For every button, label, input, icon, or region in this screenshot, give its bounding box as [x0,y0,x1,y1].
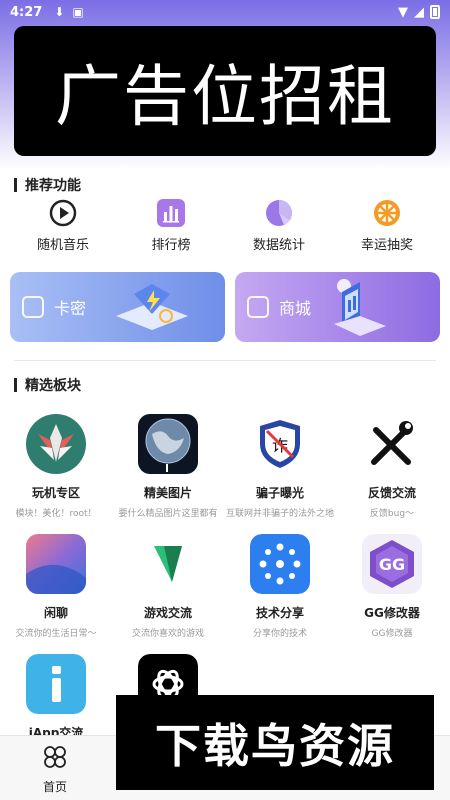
board-desc: 交流你喜欢的游戏 [131,629,204,639]
board-desc: 反馈bug～ [369,509,415,519]
board-name: 精美图片 [143,486,192,500]
feature-lucky-draw[interactable]: 幸运抽奖 [332,198,442,253]
iapp-info-icon [26,654,86,714]
boards-title: 精选板块 [25,378,81,394]
section-marker [14,178,17,192]
board-desc: GG修改器 [371,629,413,639]
download-icon: ⬇ [54,5,65,19]
board-name: 骗子曝光 [255,486,304,500]
board-name: 游戏交流 [143,606,192,620]
board-game[interactable]: 游戏交流 交流你喜欢的游戏 [112,534,224,639]
board-name: GG修改器 [364,606,420,620]
board-desc: 分享你的技术 [252,629,307,639]
boards-section-title: 精选板块 [14,375,81,395]
board-name: 反馈交流 [367,486,416,500]
tab-home[interactable]: 首页 [20,744,90,795]
recommended-section-title: 推荐功能 [14,175,81,195]
wheel-icon [372,198,402,228]
card-key-icon [22,296,44,318]
watermark-text: 下载鸟资源 [155,718,395,773]
feature-label: 随机音乐 [36,238,89,253]
section-divider [14,360,436,361]
card-key-illustration [116,284,188,330]
board-feedback[interactable]: 反馈交流 反馈bug～ [336,414,448,519]
feature-statistics[interactable]: 数据统计 [224,198,334,253]
board-pictures[interactable]: 精美图片 要什么精品图片这里都有 [112,414,224,519]
board-iapp[interactable]: iApp交流 [0,654,112,741]
recommended-title: 推荐功能 [25,178,81,194]
board-phone-zone[interactable]: 玩机专区 模块！美化！root！ [0,414,112,519]
ad-banner-text: 广告位招租 [55,58,395,135]
shop-label: 商城 [279,299,312,318]
magisk-icon [26,414,86,474]
signal-icon: ◢ [414,4,424,20]
shop-illustration [334,279,386,336]
board-desc: 要什么精品图片这里都有 [118,509,218,519]
home-flower-icon [44,746,66,768]
board-tech-share[interactable]: 技术分享 分享你的技术 [224,534,336,639]
feature-random-music[interactable]: 随机音乐 [8,198,118,253]
board-gg-modifier[interactable]: GG GG修改器 GG修改器 [336,534,448,639]
dots-circle-icon [250,534,310,594]
board-name: 技术分享 [255,606,304,620]
bar-chart-icon [156,198,186,228]
section-marker [14,378,17,392]
feature-label: 数据统计 [252,238,305,253]
anti-scam-shield-icon: 诈 [250,414,310,474]
gg-logo-icon: GG [362,534,422,594]
earth-image-icon [138,414,198,474]
notification-icon: ▣ [72,5,84,19]
feature-ranking[interactable]: 排行榜 [116,198,226,253]
board-chat[interactable]: 闲聊 交流你的生活日常～ [0,534,112,639]
wifi-icon: ▼ [398,4,408,20]
tab-home-label: 首页 [42,780,67,794]
feature-label: 排行榜 [151,238,191,253]
ad-banner[interactable]: 广告位招租 [14,26,436,156]
status-bar: 4:27 ⬇ ▣ ▼ ◢ [0,0,450,24]
watermark-logo: 下载鸟资源 [116,695,434,790]
pie-chart-icon [264,198,294,228]
recommended-features: 随机音乐 排行榜 数据统计 幸运抽奖 [0,198,450,258]
abstract-wallpaper-icon [26,534,86,594]
battery-icon [430,5,440,19]
svg-text:GG: GG [379,555,405,574]
shop-card[interactable]: 商城 [235,272,440,342]
card-key-label: 卡密 [54,299,87,318]
card-key-card[interactable]: 卡密 [10,272,225,342]
game-arrow-icon [138,534,198,594]
feature-label: 幸运抽奖 [360,238,413,253]
play-circle-icon [48,198,78,228]
status-time: 4:27 [10,4,43,20]
tools-icon [362,414,422,474]
board-scam-exposure[interactable]: 诈 骗子曝光 互联网并非骗子的法外之地 [224,414,336,519]
board-desc: 互联网并非骗子的法外之地 [225,509,334,519]
board-name: 玩机专区 [31,486,80,500]
board-name: 闲聊 [43,606,68,620]
board-desc: 模块！美化！root！ [15,509,97,519]
board-desc: 交流你的生活日常～ [15,629,97,639]
shop-icon [247,296,269,318]
